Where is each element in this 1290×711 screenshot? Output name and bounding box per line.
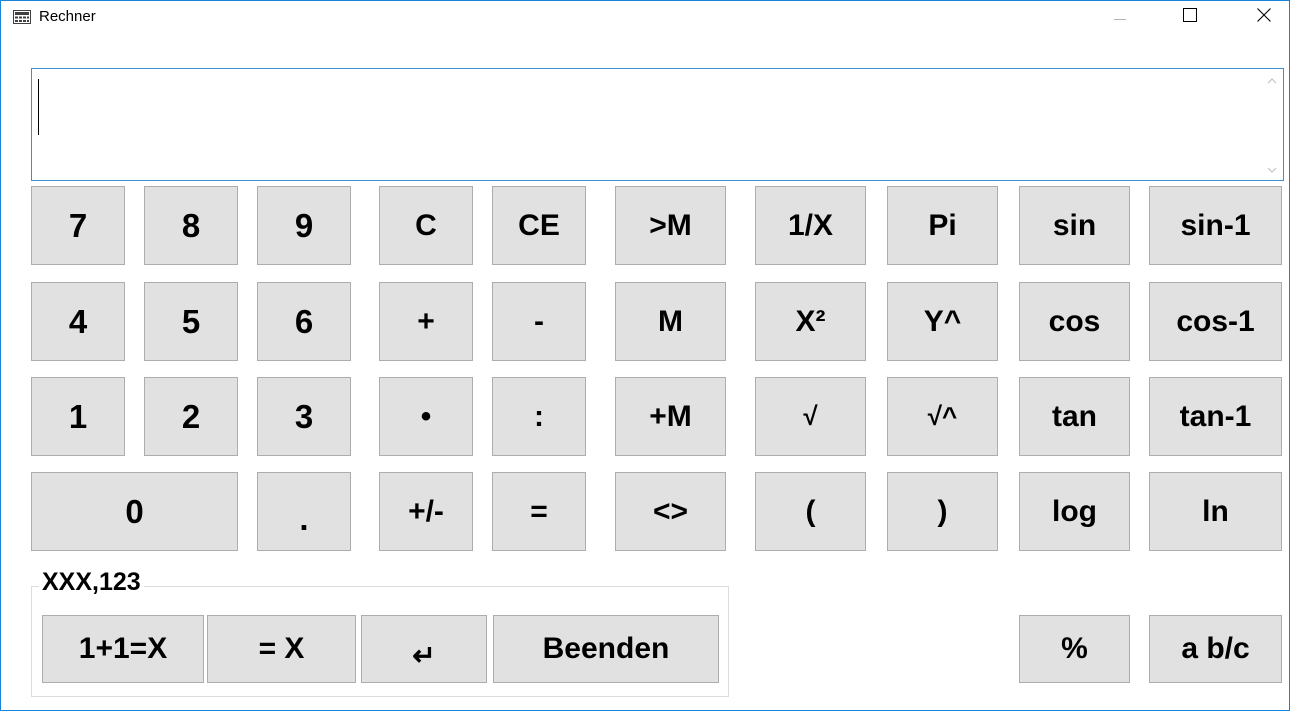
key-8[interactable]: 8 [144, 186, 238, 265]
key-multiply[interactable]: • [379, 377, 473, 456]
key-sqrt[interactable]: √ [755, 377, 866, 456]
enter-button[interactable]: ↵ [361, 615, 487, 683]
key-reciprocal[interactable]: 1/X [755, 186, 866, 265]
key-percent[interactable]: % [1019, 615, 1130, 683]
key-0[interactable]: 0 [31, 472, 238, 551]
key-minus[interactable]: - [492, 282, 586, 361]
chevron-down-icon [1267, 160, 1277, 178]
key-open-paren[interactable]: ( [755, 472, 866, 551]
minimize-icon [1114, 8, 1126, 26]
exit-button[interactable]: Beenden [493, 615, 719, 683]
format-button-result[interactable]: = X [207, 615, 356, 683]
format-button-expression[interactable]: 1+1=X [42, 615, 204, 683]
key-memory-add[interactable]: +M [615, 377, 726, 456]
key-log[interactable]: log [1019, 472, 1130, 551]
key-arccos[interactable]: cos-1 [1149, 282, 1282, 361]
key-sin[interactable]: sin [1019, 186, 1130, 265]
key-4[interactable]: 4 [31, 282, 125, 361]
key-clear[interactable]: C [379, 186, 473, 265]
chevron-up-icon [1267, 71, 1277, 89]
key-3[interactable]: 3 [257, 377, 351, 456]
key-equals[interactable]: = [492, 472, 586, 551]
key-cos[interactable]: cos [1019, 282, 1130, 361]
key-power[interactable]: Y^ [887, 282, 998, 361]
calculator-window: Rechner 7 8 9 C CE >M 1/X Pi sin sin-1 4… [0, 0, 1290, 711]
minimize-button[interactable] [1097, 1, 1143, 33]
key-ln[interactable]: ln [1149, 472, 1282, 551]
key-tan[interactable]: tan [1019, 377, 1130, 456]
scroll-down-button[interactable] [1261, 160, 1283, 178]
key-pi[interactable]: Pi [887, 186, 998, 265]
key-negate[interactable]: +/- [379, 472, 473, 551]
key-6[interactable]: 6 [257, 282, 351, 361]
format-group-label: XXX,123 [39, 568, 144, 597]
text-caret [38, 79, 39, 135]
title-bar[interactable]: Rechner [1, 1, 1289, 33]
maximize-icon [1183, 7, 1197, 27]
key-1[interactable]: 1 [31, 377, 125, 456]
key-nth-root[interactable]: √^ [887, 377, 998, 456]
calculator-icon [13, 10, 31, 24]
close-icon [1257, 7, 1271, 27]
key-9[interactable]: 9 [257, 186, 351, 265]
key-arcsin[interactable]: sin-1 [1149, 186, 1282, 265]
display-scrollbar[interactable] [1261, 69, 1283, 180]
key-memory-store[interactable]: >M [615, 186, 726, 265]
key-close-paren[interactable]: ) [887, 472, 998, 551]
key-plus[interactable]: + [379, 282, 473, 361]
scroll-up-button[interactable] [1261, 71, 1283, 89]
display-textbox[interactable] [31, 68, 1284, 181]
close-button[interactable] [1241, 1, 1287, 33]
key-arctan[interactable]: tan-1 [1149, 377, 1282, 456]
key-decimal[interactable]: . [257, 472, 351, 551]
key-2[interactable]: 2 [144, 377, 238, 456]
key-5[interactable]: 5 [144, 282, 238, 361]
key-square[interactable]: X² [755, 282, 866, 361]
key-7[interactable]: 7 [31, 186, 125, 265]
maximize-button[interactable] [1167, 1, 1213, 33]
key-memory-recall[interactable]: M [615, 282, 726, 361]
key-clear-entry[interactable]: CE [492, 186, 586, 265]
key-swap[interactable]: <> [615, 472, 726, 551]
key-divide[interactable]: : [492, 377, 586, 456]
key-fraction[interactable]: a b/c [1149, 615, 1282, 683]
window-title: Rechner [39, 8, 96, 25]
